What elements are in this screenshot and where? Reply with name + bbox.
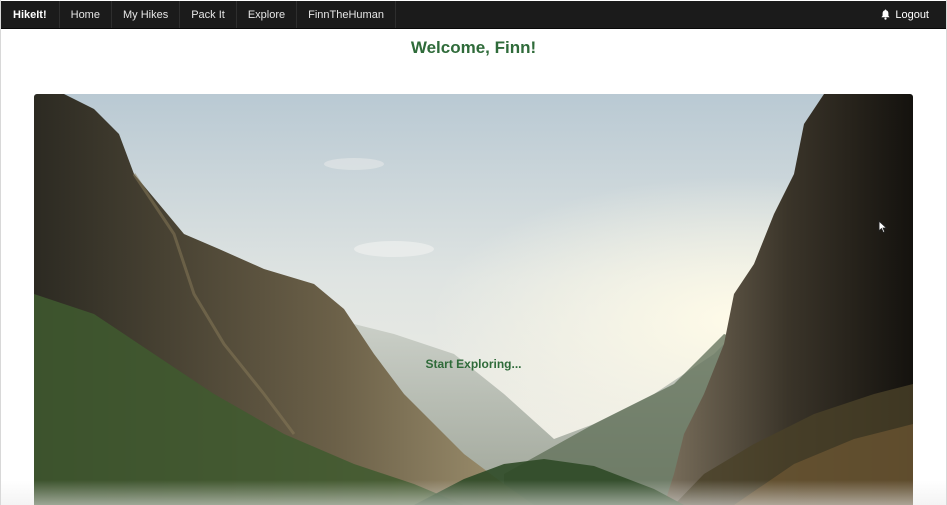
top-navbar: HikeIt! Home My Hikes Pack It Explore Fi…: [1, 1, 946, 29]
nav-user-profile[interactable]: FinnTheHuman: [297, 1, 396, 28]
nav-my-hikes[interactable]: My Hikes: [112, 1, 181, 28]
brand-link[interactable]: HikeIt!: [1, 1, 60, 28]
logout-button[interactable]: Logout: [869, 1, 946, 28]
mouse-pointer-icon: [878, 220, 888, 234]
logout-label: Logout: [895, 8, 929, 21]
nav-explore[interactable]: Explore: [237, 1, 298, 28]
hero-landscape-image: [34, 94, 913, 505]
nav-pack-it[interactable]: Pack It: [180, 1, 237, 28]
hero-banner: Start Exploring...: [34, 94, 913, 505]
nav-home[interactable]: Home: [60, 1, 112, 28]
start-exploring-link[interactable]: Start Exploring...: [34, 357, 913, 371]
welcome-heading: Welcome, Finn!: [410, 38, 537, 57]
bell-icon: [881, 9, 890, 20]
